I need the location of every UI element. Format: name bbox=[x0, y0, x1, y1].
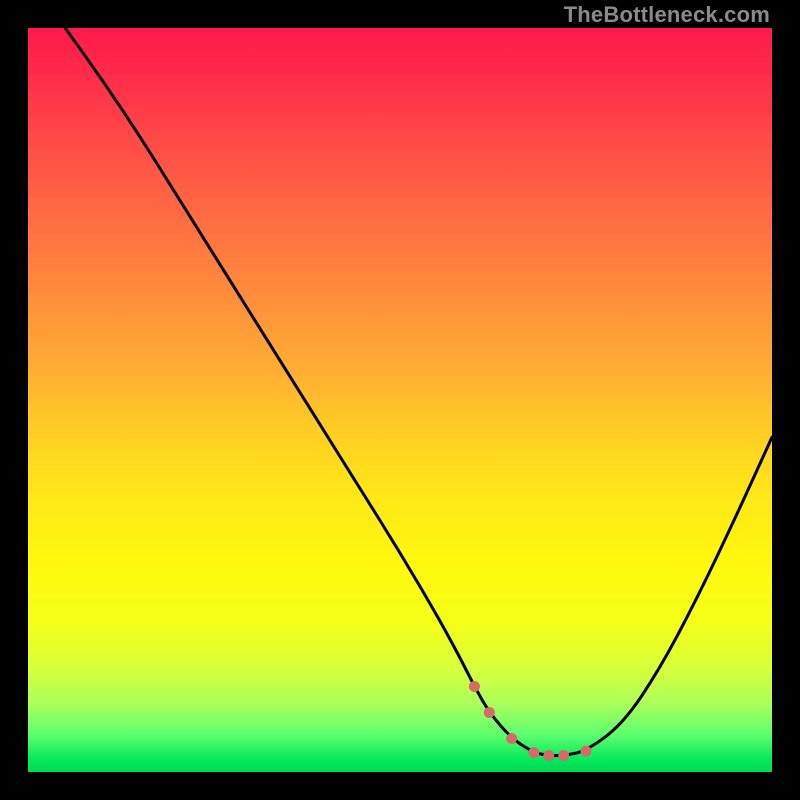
optimal-marker bbox=[581, 746, 592, 757]
gradient-background bbox=[28, 28, 772, 772]
optimal-marker bbox=[469, 681, 480, 692]
chart-svg bbox=[28, 28, 772, 772]
optimal-marker bbox=[506, 733, 517, 744]
plot-area bbox=[28, 28, 772, 772]
outer-frame: TheBottleneck.com bbox=[0, 0, 800, 800]
optimal-marker bbox=[543, 750, 554, 761]
optimal-marker bbox=[484, 707, 495, 718]
optimal-marker bbox=[528, 747, 539, 758]
watermark-label: TheBottleneck.com bbox=[564, 2, 770, 28]
optimal-marker bbox=[558, 750, 569, 761]
